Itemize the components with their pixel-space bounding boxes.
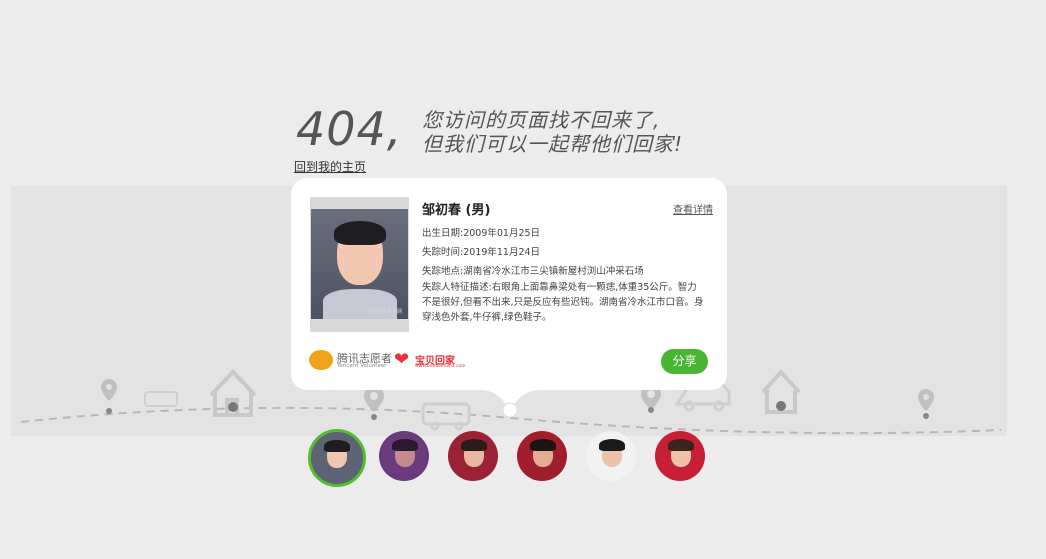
birth-date-row: 出生日期:2009年01月25日: [422, 225, 540, 239]
missing-person-thumbnail[interactable]: [517, 431, 567, 481]
missing-person-thumbnail[interactable]: [379, 431, 429, 481]
missing-person-thumbnail[interactable]: [655, 431, 705, 481]
missing-time-row: 失踪时间:2019年11月24日: [422, 244, 540, 258]
person-photo: 宝贝回家寻子网: [310, 197, 409, 332]
view-details-link[interactable]: 查看详情: [673, 201, 713, 216]
heart-icon: ❤: [394, 349, 410, 370]
error-message-line2: 但我们可以一起帮他们回家!: [422, 132, 684, 156]
missing-time-value: 2019年11月24日: [463, 247, 541, 258]
person-name: 邹初春 (男): [422, 203, 491, 218]
missing-person-thumbnail[interactable]: [448, 431, 498, 481]
headline: 404, 您访问的页面找不回来了, 但我们可以一起帮他们回家!: [294, 100, 754, 160]
missing-person-thumbnail[interactable]: [586, 431, 636, 481]
features-description: 失踪人特征描述:右眼角上面靠鼻梁处有一颗痣,体重35公斤。智力不是很好,但看不出…: [422, 280, 706, 325]
missing-place-value: 湖南省冷水江市三尖镇新屋村浏山冲采石场: [463, 266, 644, 277]
error-message: 您访问的页面找不回来了, 但我们可以一起帮他们回家!: [422, 108, 683, 156]
share-button[interactable]: 分享: [661, 349, 708, 374]
bus-icon: [144, 391, 178, 407]
birth-date-value: 2009年01月25日: [463, 228, 541, 239]
tencent-volunteer-icon: [309, 350, 333, 370]
baobei-huijia-logo: ❤ 宝贝回家 www.baobeihuijia.com: [394, 349, 466, 370]
location-pin-icon: [918, 389, 934, 411]
error-code: 404,: [296, 102, 403, 156]
missing-place-row: 失踪地点:湖南省冷水江市三尖镇新屋村浏山冲采石场: [422, 263, 644, 277]
missing-time-label: 失踪时间:: [422, 247, 464, 258]
location-pin-icon: [101, 379, 117, 401]
features-label: 失踪人特征描述:: [422, 282, 492, 293]
birth-date-label: 出生日期:: [422, 228, 464, 239]
error-message-line1: 您访问的页面找不回来了,: [422, 108, 661, 132]
card-pointer: [480, 380, 540, 418]
missing-place-label: 失踪地点:: [422, 266, 464, 277]
tencent-volunteer-logo: 腾讯志愿者 Tencent Volunteer: [309, 349, 392, 371]
photo-watermark: 宝贝回家寻子网: [366, 309, 402, 315]
missing-person-thumbnail[interactable]: [308, 429, 366, 487]
bus-icon: [421, 402, 471, 431]
home-link[interactable]: 回到我的主页: [294, 158, 366, 175]
